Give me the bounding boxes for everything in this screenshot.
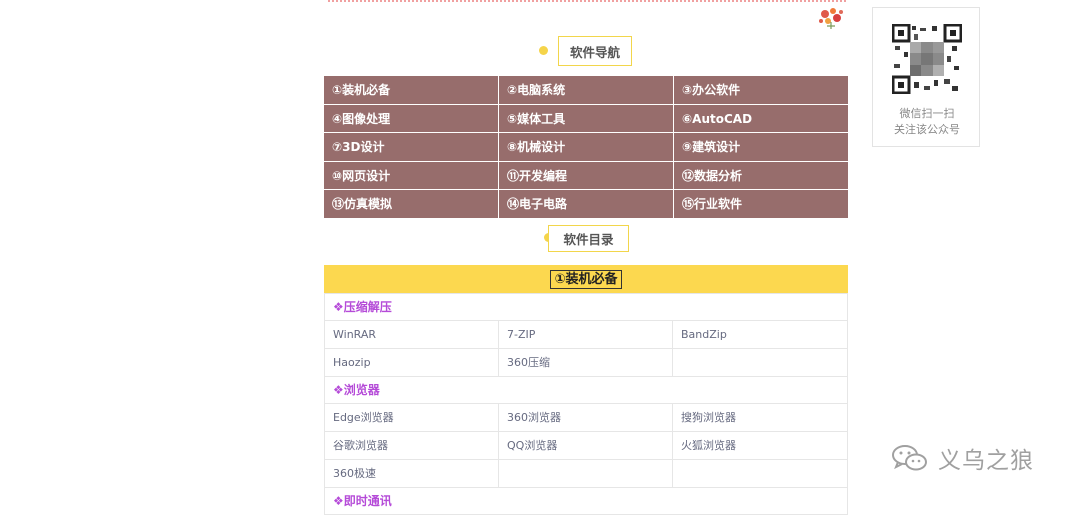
software-link	[672, 349, 848, 377]
catalog-row: 谷歌浏览器 QQ浏览器 火狐浏览器	[324, 432, 848, 460]
nav-item[interactable]: ⑥AutoCAD	[674, 104, 848, 132]
qr-caption-line2: 关注该公众号	[894, 123, 960, 136]
catalog-group-title: ❖压缩解压	[324, 294, 848, 321]
nav-item[interactable]: ⑨建筑设计	[674, 133, 848, 161]
nav-item[interactable]: ③办公软件	[674, 76, 848, 104]
nav-item[interactable]: ⑦3D设计	[324, 133, 498, 161]
catalog-section-title: 软件目录	[548, 225, 629, 252]
software-link[interactable]: 搜狗浏览器	[672, 404, 848, 432]
watermark: 义乌之狼	[890, 440, 1034, 476]
software-catalog: ①装机必备 ❖压缩解压 WinRAR 7-ZIP BandZip Haozip 360压缩…	[324, 265, 848, 515]
software-link[interactable]: Haozip	[324, 349, 498, 377]
catalog-row: WinRAR 7-ZIP BandZip	[324, 321, 848, 349]
nav-item[interactable]: ②电脑系统	[499, 76, 673, 104]
catalog-row: Edge浏览器 360浏览器 搜狗浏览器	[324, 404, 848, 432]
catalog-header: ①装机必备	[324, 265, 848, 294]
nav-title-dot	[539, 46, 548, 55]
wechat-icon	[892, 445, 927, 471]
software-link[interactable]: 360压缩	[498, 349, 672, 377]
software-link[interactable]: 360极速	[324, 460, 498, 488]
qr-code-icon	[892, 24, 962, 94]
nav-item[interactable]: ⑪开发编程	[499, 161, 673, 189]
nav-item[interactable]: ⑧机械设计	[499, 133, 673, 161]
qr-code-card: 微信扫一扫 关注该公众号	[872, 7, 980, 147]
nav-item[interactable]: ⑭电子电路	[499, 190, 673, 218]
top-dotted-divider	[328, 0, 846, 4]
catalog-row: Haozip 360压缩	[324, 349, 848, 377]
catalog-header-label: ①装机必备	[550, 269, 622, 289]
software-link[interactable]: 7-ZIP	[498, 321, 672, 349]
catalog-group-title: ❖浏览器	[324, 377, 848, 404]
software-link[interactable]: 360浏览器	[498, 404, 672, 432]
nav-item[interactable]: ⑫数据分析	[674, 161, 848, 189]
flower-decoration-icon	[819, 8, 843, 29]
software-link[interactable]: Edge浏览器	[324, 404, 498, 432]
nav-item[interactable]: ⑤媒体工具	[499, 104, 673, 132]
nav-item[interactable]: ⑮行业软件	[674, 190, 848, 218]
catalog-row: 360极速	[324, 460, 848, 488]
watermark-text: 义乌之狼	[938, 448, 1034, 474]
nav-item[interactable]: ⑩网页设计	[324, 161, 498, 189]
software-link	[498, 460, 672, 488]
software-link[interactable]: QQ浏览器	[498, 432, 672, 460]
catalog-group-title: ❖即时通讯	[324, 488, 848, 515]
software-link	[672, 460, 848, 488]
nav-section-title: 软件导航	[558, 36, 632, 66]
software-nav-grid: ①装机必备 ②电脑系统 ③办公软件 ④图像处理 ⑤媒体工具 ⑥AutoCAD ⑦3D设计 ⑧机…	[324, 76, 848, 218]
nav-item[interactable]: ⑬仿真模拟	[324, 190, 498, 218]
software-link[interactable]: 谷歌浏览器	[324, 432, 498, 460]
software-link[interactable]: BandZip	[672, 321, 848, 349]
nav-item[interactable]: ④图像处理	[324, 104, 498, 132]
software-link[interactable]: 火狐浏览器	[672, 432, 848, 460]
qr-caption-line1: 微信扫一扫	[899, 107, 955, 120]
nav-item[interactable]: ①装机必备	[324, 76, 498, 104]
software-link[interactable]: WinRAR	[324, 321, 498, 349]
